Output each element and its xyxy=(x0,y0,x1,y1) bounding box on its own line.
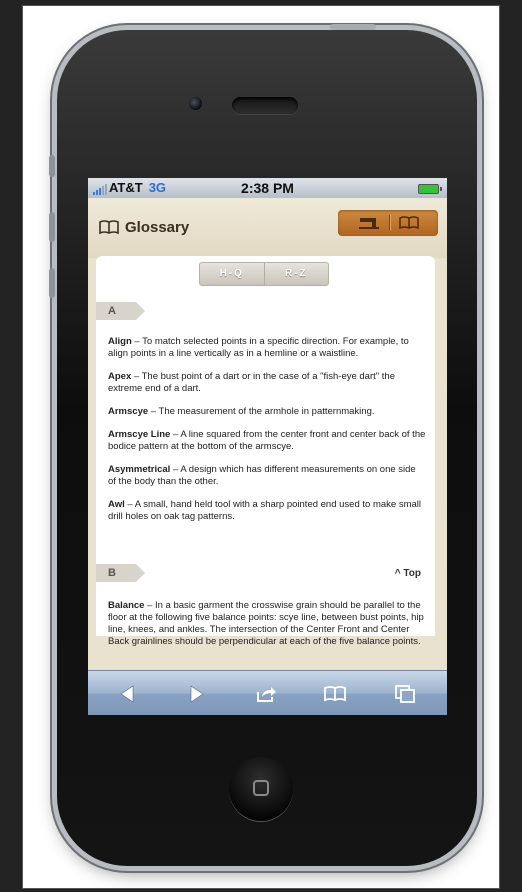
phone-screen: AT&T 3G 2:38 PM Glossary H-Q R-Z A Align… xyxy=(88,178,447,715)
earpiece-speaker xyxy=(232,97,298,114)
glossary-content: H-Q R-Z A Align – To match selected poin… xyxy=(96,256,435,647)
safari-toolbar xyxy=(88,670,447,715)
page-title-text: Glossary xyxy=(125,219,190,236)
home-button-icon xyxy=(253,780,269,796)
section-b-entries: Balance – In a basic garment the crosswi… xyxy=(108,600,426,659)
entry-definition: – To match selected points in a specific… xyxy=(108,336,409,359)
glossary-entry: Apex – The bust point of a dart or in th… xyxy=(108,371,426,395)
entry-term: Awl xyxy=(108,499,125,510)
tab-h-q[interactable]: H-Q xyxy=(200,263,264,285)
tab-r-z[interactable]: R-Z xyxy=(263,263,329,285)
book-icon xyxy=(99,220,119,235)
bookmarks-icon[interactable] xyxy=(324,683,346,705)
segment-divider xyxy=(388,215,390,231)
back-to-top-link[interactable]: ^ Top xyxy=(395,568,421,579)
section-letter-b: B xyxy=(96,564,145,582)
entry-definition: – In a basic garment the crosswise grain… xyxy=(108,600,424,647)
pages-icon[interactable] xyxy=(394,683,416,705)
app-header: Glossary xyxy=(88,198,447,258)
sleep-button xyxy=(330,24,376,30)
share-icon[interactable] xyxy=(255,683,277,705)
entry-definition: – The measurement of the armhole in patt… xyxy=(148,406,375,417)
index-tabs: H-Q R-Z xyxy=(199,262,329,286)
entry-term: Balance xyxy=(108,600,145,611)
volume-up-button xyxy=(49,212,55,242)
entry-term: Armscye xyxy=(108,406,149,417)
glossary-entry: Align – To match selected points in a sp… xyxy=(108,336,426,360)
glossary-entry: Armscye Line – A line squared from the c… xyxy=(108,429,426,453)
glossary-entry: Armscye – The measurement of the armhole… xyxy=(108,406,426,418)
section-a-entries: Align – To match selected points in a sp… xyxy=(108,336,426,534)
glossary-book-icon[interactable] xyxy=(398,216,419,230)
volume-down-button xyxy=(49,268,55,298)
status-bar: AT&T 3G 2:38 PM xyxy=(88,178,447,198)
page-title: Glossary xyxy=(99,219,189,236)
entry-term: Armscye Line xyxy=(108,429,171,440)
entry-term: Align xyxy=(108,336,132,347)
entry-definition: – The bust point of a dart or in the cas… xyxy=(108,371,395,394)
mute-switch xyxy=(49,155,55,177)
back-icon[interactable] xyxy=(116,683,138,705)
forward-icon[interactable] xyxy=(186,683,208,705)
entry-term: Asymmetrical xyxy=(108,464,171,475)
front-camera xyxy=(189,97,202,110)
section-letter-a: A xyxy=(96,302,145,320)
glossary-entry: Balance – In a basic garment the crosswi… xyxy=(108,600,426,648)
entry-definition: – A small, hand held tool with a sharp p… xyxy=(108,499,421,522)
entry-term: Apex xyxy=(108,371,132,382)
header-segmented-control xyxy=(338,210,438,236)
glossary-entry: Asymmetrical – A design which has differ… xyxy=(108,464,426,488)
glossary-entry: Awl – A small, hand held tool with a sha… xyxy=(108,499,426,523)
sewing-machine-icon[interactable] xyxy=(358,216,380,230)
battery-icon xyxy=(418,184,442,194)
clock: 2:38 PM xyxy=(241,180,294,196)
